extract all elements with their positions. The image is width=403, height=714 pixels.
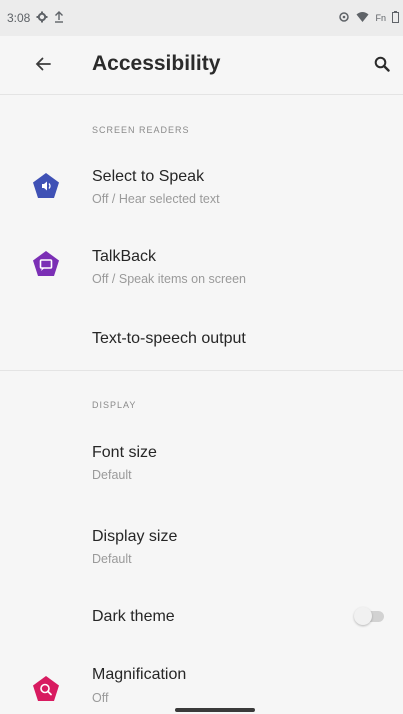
signal-icon: Fn (375, 13, 386, 23)
list-item-title: Display size (92, 528, 178, 545)
back-button[interactable] (28, 49, 58, 79)
list-item-text-to-speech-output[interactable]: Text-to-speech output (0, 315, 403, 365)
select-to-speak-icon (33, 173, 59, 198)
list-item-subtitle: Off / Speak items on screen (92, 272, 247, 286)
status-time: 3:08 (7, 11, 31, 25)
search-button[interactable] (367, 49, 397, 79)
sync-icon (338, 11, 350, 25)
list-item-subtitle: Default (92, 468, 132, 482)
list-item-magnification[interactable]: Magnification Off (0, 655, 403, 710)
list-item-font-size[interactable]: Font size Default (0, 430, 403, 495)
list-item-title: Dark theme (92, 608, 175, 625)
gear-icon (36, 11, 48, 25)
list-item-title: Text-to-speech output (92, 330, 246, 347)
search-icon (374, 56, 390, 72)
wifi-icon (356, 11, 369, 25)
list-item-title: TalkBack (92, 248, 157, 265)
arrow-back-icon (35, 57, 51, 71)
list-item-select-to-speak[interactable]: Select to Speak Off / Hear selected text (0, 150, 403, 220)
list-item-subtitle: Default (92, 552, 132, 566)
home-indicator[interactable] (175, 708, 255, 712)
magnification-icon (33, 676, 59, 701)
list-item-subtitle: Off / Hear selected text (92, 192, 220, 206)
app-bar: Accessibility (0, 36, 403, 95)
page-title: Accessibility (92, 52, 221, 75)
upload-arrow-icon (54, 11, 64, 25)
list-item-display-size[interactable]: Display size Default (0, 515, 403, 580)
section-header-display: DISPLAY (92, 400, 137, 410)
list-item-title: Magnification (92, 666, 187, 683)
dark-theme-toggle[interactable] (354, 605, 386, 627)
toggle-thumb (354, 607, 372, 625)
list-item-title: Select to Speak (92, 168, 205, 185)
list-item-dark-theme[interactable]: Dark theme (0, 592, 403, 642)
status-bar: 3:08 Fn (0, 0, 403, 36)
list-item-subtitle: Off (92, 691, 109, 705)
list-item-talkback[interactable]: TalkBack Off / Speak items on screen (0, 230, 403, 300)
battery-icon (392, 11, 399, 25)
section-divider (0, 370, 403, 371)
talkback-icon (33, 251, 59, 276)
list-item-title: Font size (92, 444, 157, 461)
section-header-screen-readers: SCREEN READERS (92, 125, 190, 135)
